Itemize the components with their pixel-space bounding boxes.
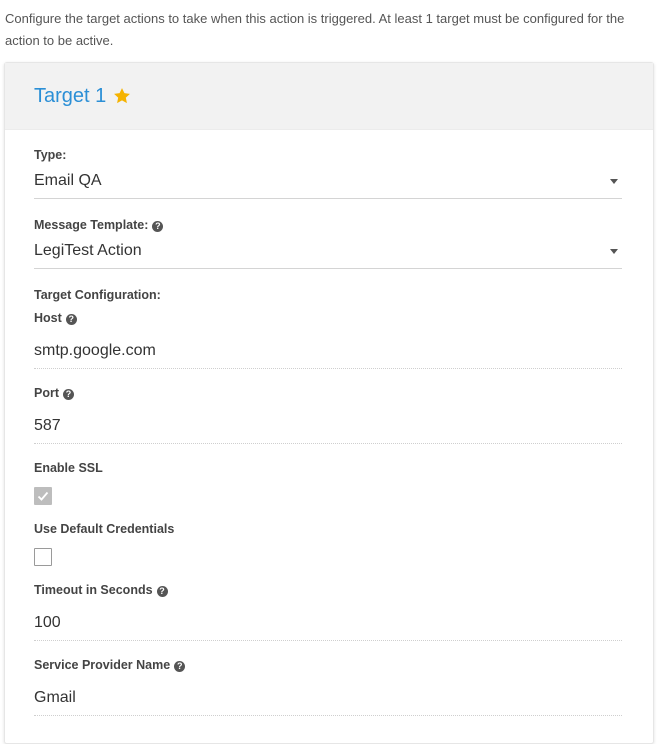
intro-text: Configure the target actions to take whe… (5, 11, 625, 48)
timeout-label-text: Timeout in Seconds (34, 583, 153, 597)
template-label-text: Message Template: (34, 218, 149, 232)
template-select[interactable]: LegiTest Action (34, 238, 622, 269)
type-label: Type: (34, 148, 66, 162)
service-provider-value: Gmail (34, 689, 76, 706)
type-select[interactable]: Email QA (34, 168, 622, 199)
type-label-text: Type: (34, 148, 67, 162)
type-value: Email QA (34, 172, 102, 189)
enable-ssl-checkbox[interactable] (34, 487, 52, 505)
help-icon[interactable]: ? (174, 661, 186, 672)
star-icon[interactable] (112, 86, 132, 106)
target-configuration-label: Target Configuration: (34, 288, 161, 302)
enable-ssl-label: Enable SSL (34, 461, 103, 475)
template-label: Message Template:? (34, 218, 164, 232)
help-icon[interactable]: ? (152, 221, 164, 232)
port-input[interactable]: 587 (34, 413, 622, 444)
port-label: Port? (34, 386, 74, 400)
help-icon[interactable]: ? (65, 314, 77, 325)
target-panel: Target 1 Type: Email QA Message Template… (4, 62, 654, 744)
host-input[interactable]: smtp.google.com (34, 338, 622, 369)
chevron-down-icon (610, 179, 618, 184)
template-value: LegiTest Action (34, 242, 142, 259)
host-label: Host? (34, 311, 77, 325)
target-header: Target 1 (5, 63, 653, 130)
chevron-down-icon (610, 249, 618, 254)
host-value: smtp.google.com (34, 342, 156, 359)
target-title: Target 1 (34, 84, 107, 107)
timeout-label: Timeout in Seconds? (34, 583, 168, 597)
checkmark-icon (37, 491, 49, 501)
help-icon[interactable]: ? (156, 586, 168, 597)
timeout-input[interactable]: 100 (34, 610, 622, 641)
port-value: 587 (34, 417, 61, 434)
port-label-text: Port (34, 386, 59, 400)
default-credentials-label: Use Default Credentials (34, 522, 175, 536)
help-icon[interactable]: ? (63, 389, 74, 400)
service-provider-label-text: Service Provider Name (34, 658, 171, 672)
timeout-value: 100 (34, 614, 61, 631)
default-credentials-checkbox[interactable] (34, 548, 52, 566)
host-label-text: Host (34, 311, 62, 325)
service-provider-label: Service Provider Name? (34, 658, 186, 672)
service-provider-input[interactable]: Gmail (34, 685, 622, 716)
